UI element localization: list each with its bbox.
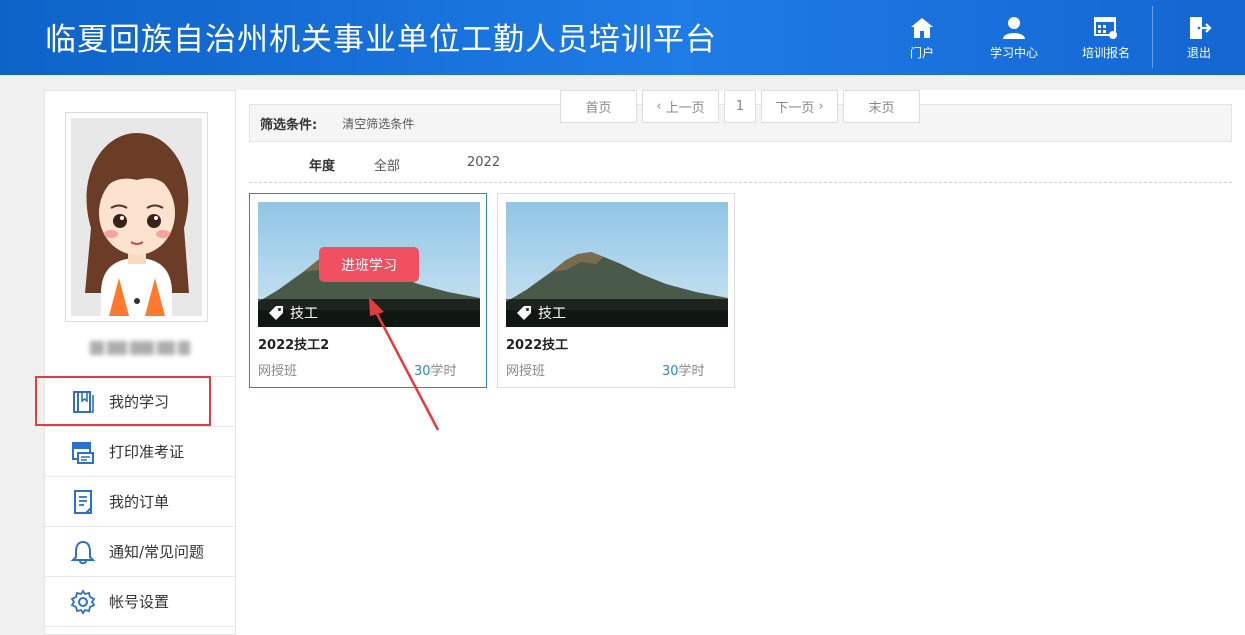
course-hours-unit: 学时 (678, 364, 705, 379)
course-card[interactable]: 技工 2022技工 网授班 30学时 (497, 193, 735, 388)
clear-filter-link[interactable]: 清空筛选条件 (342, 115, 414, 132)
enter-class-button[interactable]: 进班学习 (319, 247, 419, 282)
course-hours: 30学时 (414, 360, 457, 379)
book-icon (73, 390, 94, 413)
course-hours-value: 30 (662, 364, 679, 379)
sidebar-item-label: 帐号设置 (109, 593, 170, 611)
bell-icon (70, 540, 96, 564)
sidebar-item-label: 我的学习 (109, 393, 170, 411)
avatar (65, 112, 208, 322)
user-icon (1003, 16, 1025, 39)
nav-learning-center-label: 学习中心 (989, 45, 1038, 60)
sidebar-item-label: 我的订单 (109, 493, 170, 511)
home-icon (911, 17, 933, 38)
year-option-all[interactable]: 全部 (374, 155, 400, 174)
sidebar-item-my-orders[interactable]: 我的订单 (45, 476, 235, 526)
pager-last-button[interactable]: 末页 (843, 90, 920, 123)
year-option-2022[interactable]: 2022 (467, 155, 500, 170)
site-title: 临夏回族自治州机关事业单位工勤人员培训平台 (45, 22, 717, 58)
nav-home-label: 门户 (909, 45, 934, 60)
top-nav: 门户 学习中心 培训报名 退出 (876, 0, 1245, 75)
pager-prev-button[interactable]: ‹ 上一页 (642, 90, 719, 123)
nav-logout[interactable]: 退出 (1153, 0, 1245, 75)
logout-icon (1190, 16, 1212, 39)
course-hours: 30学时 (662, 360, 705, 379)
tag-icon (517, 306, 531, 320)
course-tag-label: 技工 (290, 306, 318, 322)
nav-registration-label: 培训报名 (1081, 45, 1130, 60)
pager-page-1[interactable]: 1 (724, 90, 756, 123)
pager-next-button[interactable]: 下一页 › (761, 90, 838, 123)
course-hours-value: 30 (414, 364, 431, 379)
course-card[interactable]: 技工 进班学习 2022技工2 网授班 30学时 (249, 193, 487, 388)
course-tag: 技工 (258, 299, 480, 327)
course-type: 网授班 (258, 364, 298, 379)
course-type: 网授班 (506, 364, 546, 379)
sidebar-item-label: 打印准考证 (109, 443, 185, 461)
course-hours-unit: 学时 (430, 364, 457, 379)
chevron-left-icon: ‹ (656, 99, 662, 114)
pager-next-label: 下一页 (775, 101, 815, 116)
sidebar-item-my-learning[interactable]: 我的学习 (35, 376, 235, 426)
sidebar: 我的学习 打印准考证 我的订单 通知/常见问题 帐号设置 (35, 90, 236, 635)
course-tag-label: 技工 (538, 306, 566, 322)
sidebar-item-notices-faq[interactable]: 通知/常见问题 (45, 526, 235, 576)
sidebar-menu: 我的学习 打印准考证 我的订单 通知/常见问题 帐号设置 (35, 376, 235, 635)
pager-first-button[interactable]: 首页 (560, 90, 637, 123)
sidebar-item-label: 通知/常见问题 (109, 543, 205, 561)
nav-logout-label: 退出 (1186, 45, 1211, 60)
avatar-image (71, 118, 202, 316)
top-header: 临夏回族自治州机关事业单位工勤人员培训平台 门户 学习中心 培训报名 退出 (0, 0, 1245, 75)
username-blurred (90, 341, 190, 359)
course-title: 2022技工2 (258, 338, 330, 353)
nav-learning-center[interactable]: 学习中心 (968, 0, 1060, 75)
course-cover-image: 技工 进班学习 (258, 202, 480, 327)
tag-icon (269, 306, 283, 320)
sidebar-menu-end (45, 626, 235, 635)
main-content: 筛选条件: 清空筛选条件 年度 全部 2022 技工 进班学习 2022技工2 … (236, 90, 1245, 635)
order-icon (74, 489, 92, 514)
chevron-right-icon: › (818, 99, 824, 114)
nav-registration[interactable]: 培训报名 (1060, 0, 1152, 75)
course-tag: 技工 (506, 299, 728, 327)
filter-label: 筛选条件: (260, 117, 318, 133)
sidebar-item-account-settings[interactable]: 帐号设置 (45, 576, 235, 626)
course-title: 2022技工 (506, 338, 569, 353)
sidebar-item-print-ticket[interactable]: 打印准考证 (45, 426, 235, 476)
nav-home[interactable]: 门户 (876, 0, 968, 75)
gear-icon (70, 588, 96, 615)
year-label: 年度 (309, 159, 336, 174)
register-icon (1094, 16, 1117, 39)
year-filter-row: 年度 全部 2022 (249, 146, 1232, 183)
pager-prev-label: 上一页 (665, 101, 705, 116)
print-icon (72, 441, 94, 464)
course-cover-image: 技工 (506, 202, 728, 327)
